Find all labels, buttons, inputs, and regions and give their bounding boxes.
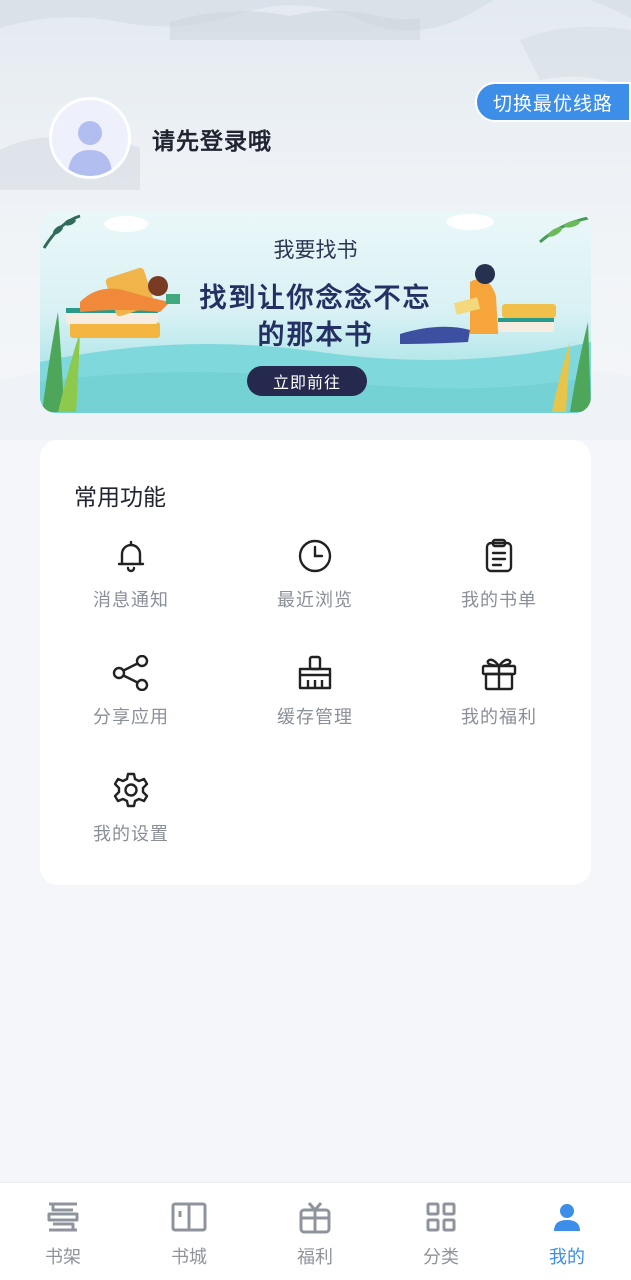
- func-label: 我的福利: [461, 707, 537, 728]
- func-label: 缓存管理: [277, 707, 353, 728]
- tab-label: 分类: [423, 1247, 459, 1268]
- user-placeholder-icon: [68, 121, 112, 176]
- open-book-icon: [169, 1197, 209, 1237]
- gear-icon: [111, 770, 151, 810]
- func-label: 消息通知: [93, 590, 169, 611]
- func-label: 分享应用: [93, 707, 169, 728]
- grid-icon: [421, 1197, 461, 1237]
- func-settings[interactable]: 我的设置: [61, 770, 201, 860]
- section-title: 常用功能: [74, 485, 166, 511]
- tab-welfare[interactable]: 福利: [275, 1197, 355, 1273]
- gift-icon: [295, 1197, 335, 1237]
- tab-mine[interactable]: 我的: [527, 1197, 607, 1273]
- func-messages[interactable]: 消息通知: [61, 536, 201, 626]
- avatar[interactable]: [49, 97, 131, 179]
- find-book-banner[interactable]: 我要找书 找到让你念念不忘 的那本书 立即前往: [40, 212, 591, 413]
- bell-icon: [111, 536, 151, 576]
- go-now-button[interactable]: 立即前往: [247, 366, 367, 396]
- banner-headline-line2: 的那本书: [257, 320, 374, 351]
- person-icon: [547, 1197, 587, 1237]
- common-functions-card: 常用功能 消息通知 最近浏览 我的书单 分享应用 缓存管理 我的福利 我的设置: [40, 440, 591, 885]
- tab-label: 书城: [171, 1247, 207, 1268]
- profile-page: 切换最优线路 请先登录哦 我要找书 找到让你念念不忘 的那本书 立即前往 常用功…: [0, 0, 631, 1280]
- func-cache[interactable]: 缓存管理: [245, 653, 385, 743]
- banner-headline-line1: 找到让你念念不忘: [199, 283, 432, 314]
- func-label: 我的书单: [461, 590, 537, 611]
- func-recent[interactable]: 最近浏览: [245, 536, 385, 626]
- login-prompt[interactable]: 请先登录哦: [152, 122, 272, 156]
- bookshelf-icon: [43, 1197, 83, 1237]
- broom-icon: [295, 653, 335, 693]
- tab-bookshelf[interactable]: 书架: [23, 1197, 103, 1273]
- tab-label: 我的: [549, 1247, 585, 1268]
- bottom-tab-bar: 书架 书城 福利 分类 我的: [0, 1182, 631, 1280]
- switch-route-button[interactable]: 切换最优线路: [475, 82, 631, 122]
- tab-bookstore[interactable]: 书城: [149, 1197, 229, 1273]
- func-label: 我的设置: [93, 824, 169, 845]
- tab-category[interactable]: 分类: [401, 1197, 481, 1273]
- banner-title: 我要找书: [273, 238, 358, 262]
- gift-icon: [479, 653, 519, 693]
- tab-label: 书架: [45, 1247, 81, 1268]
- func-share[interactable]: 分享应用: [61, 653, 201, 743]
- func-label: 最近浏览: [277, 590, 353, 611]
- share-icon: [111, 653, 151, 693]
- clock-icon: [295, 536, 335, 576]
- func-booklist[interactable]: 我的书单: [429, 536, 569, 626]
- clipboard-icon: [479, 536, 519, 576]
- tab-label: 福利: [297, 1247, 333, 1268]
- func-welfare[interactable]: 我的福利: [429, 653, 569, 743]
